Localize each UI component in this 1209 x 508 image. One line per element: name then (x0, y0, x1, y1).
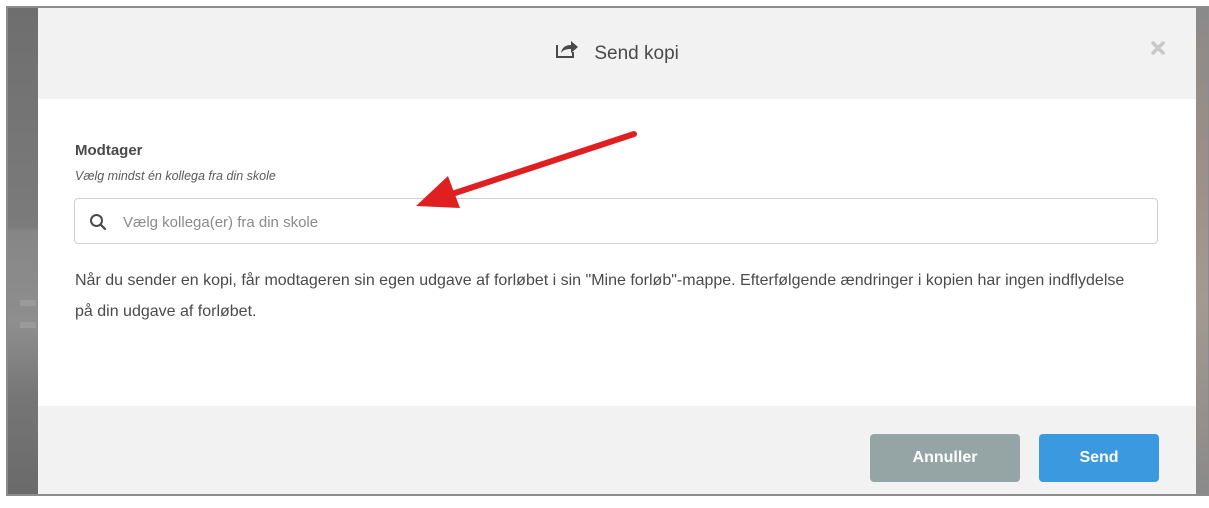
dialog-footer: Annuller Send (38, 406, 1196, 494)
dialog-title: Send kopi (38, 41, 1196, 65)
recipient-help-text: Vælg mindst én kollega fra din skole (75, 169, 276, 183)
page-backdrop-left (8, 8, 38, 494)
backdrop-text-line (20, 322, 36, 328)
backdrop-text-line (20, 300, 36, 306)
send-copy-dialog: Send kopi Modtager Vælg mindst én kolleg… (38, 8, 1196, 494)
recipient-search-field[interactable] (74, 198, 1158, 244)
dialog-body: Modtager Vælg mindst én kollega fra din … (38, 99, 1196, 406)
copy-info-text: Når du sender en kopi, får modtageren si… (75, 272, 1125, 320)
dialog-title-text: Send kopi (594, 43, 679, 64)
close-icon[interactable] (1148, 38, 1168, 58)
cancel-button[interactable]: Annuller (870, 434, 1020, 482)
share-icon (555, 39, 579, 65)
dialog-header: Send kopi (38, 8, 1196, 99)
screenshot-frame: Send kopi Modtager Vælg mindst én kolleg… (6, 6, 1209, 496)
search-icon (89, 213, 107, 231)
send-button[interactable]: Send (1039, 434, 1159, 482)
recipient-search-input[interactable] (121, 207, 1145, 237)
page-backdrop-right (1194, 8, 1208, 494)
recipient-label: Modtager (75, 142, 143, 159)
